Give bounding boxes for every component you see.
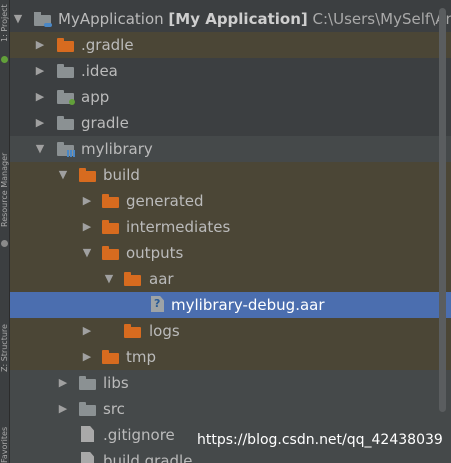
tree-item-label: libs [103, 374, 129, 392]
collapse-arrow-icon[interactable]: ▼ [101, 266, 117, 292]
project-path: C:\Users\MySelf\AndroidStudioProjects\My… [312, 10, 451, 28]
collapse-arrow-icon[interactable]: ▼ [79, 240, 95, 266]
tree-item-label: gradle [81, 114, 129, 132]
expand-arrow-icon[interactable]: ▶ [79, 344, 95, 370]
folder-icon [124, 271, 142, 287]
tree-item-label: build.gradle [103, 452, 193, 463]
gradle-file-icon [79, 452, 97, 463]
tree-row-myapplication[interactable]: ▼ MyApplication [My Application] C:\User… [10, 6, 451, 32]
folder-icon [79, 167, 97, 183]
folder-icon [79, 375, 97, 391]
library-module-folder-icon [57, 141, 75, 157]
tree-row-outputs[interactable]: ▼ outputs [10, 240, 451, 266]
tree-item-label: mylibrary-debug.aar [171, 296, 325, 314]
tree-row-gradle[interactable]: ▶ gradle [10, 110, 451, 136]
folder-icon [102, 219, 120, 235]
tree-row-mylibrary-debug-aar[interactable]: ? mylibrary-debug.aar [10, 292, 451, 318]
tree-item-label: .gitignore [103, 426, 175, 444]
unknown-file-icon: ? [149, 296, 167, 313]
tree-row-aar[interactable]: ▼ aar [10, 266, 451, 292]
project-tree[interactable]: ▼ MyApplication [My Application] C:\User… [10, 6, 451, 463]
tree-row-idea[interactable]: ▶ .idea [10, 58, 451, 84]
tree-item-label: app [81, 88, 110, 106]
folder-icon [102, 193, 120, 209]
tree-item-label: generated [126, 192, 204, 210]
expand-arrow-icon[interactable]: ▶ [32, 110, 48, 136]
tree-item-label: outputs [126, 244, 184, 262]
folder-icon [102, 349, 120, 365]
expand-arrow-icon[interactable]: ▶ [79, 318, 95, 344]
collapse-arrow-icon[interactable]: ▼ [55, 162, 71, 188]
tree-item-label: build [103, 166, 140, 184]
text-file-icon [79, 426, 97, 443]
project-display-name: [My Application] [168, 10, 308, 28]
tree-item-label: aar [149, 270, 174, 288]
folder-icon [124, 323, 142, 339]
expand-arrow-icon[interactable]: ▶ [79, 188, 95, 214]
tab-project[interactable]: 1: Project [0, 2, 10, 42]
collapse-arrow-icon[interactable]: ▼ [32, 136, 48, 162]
folder-icon [79, 401, 97, 417]
expand-arrow-icon[interactable]: ▶ [79, 214, 95, 240]
tree-row-logs[interactable]: ▶ logs [10, 318, 451, 344]
tree-item-label: mylibrary [81, 140, 153, 158]
tree-row-intermediates[interactable]: ▶ intermediates [10, 214, 451, 240]
tree-row-tmp[interactable]: ▶ tmp [10, 344, 451, 370]
expand-arrow-icon[interactable]: ▶ [55, 370, 71, 396]
tab-favorites[interactable]: Favorites [0, 405, 10, 463]
expand-arrow-icon[interactable]: ▶ [32, 58, 48, 84]
tree-row-gradle-dir[interactable]: ▶ .gradle [10, 32, 451, 58]
expand-arrow-icon[interactable]: ▶ [55, 396, 71, 422]
tab-resource-manager[interactable]: Resource Manager [0, 112, 10, 227]
tree-row-libs[interactable]: ▶ libs [10, 370, 451, 396]
tree-row-mylibrary[interactable]: ▼ mylibrary [10, 136, 451, 162]
tree-row-src[interactable]: ▶ src [10, 396, 451, 422]
tree-item-label: tmp [126, 348, 157, 366]
expand-arrow-icon[interactable]: ▶ [32, 32, 48, 58]
expand-arrow-icon[interactable]: ▶ [32, 84, 48, 110]
tab-structure[interactable]: Z: Structure [0, 282, 10, 372]
module-icon [34, 11, 52, 27]
tree-row-app[interactable]: ▶ app [10, 84, 451, 110]
android-module-folder-icon [57, 89, 75, 105]
folder-icon [57, 37, 75, 53]
project-name: MyApplication [58, 10, 164, 28]
left-tool-strip: 1: Project Resource Manager Z: Structure… [0, 0, 10, 463]
tree-item-label: src [103, 400, 125, 418]
tree-item-label: .gradle [81, 36, 134, 54]
vertical-scrollbar[interactable] [439, 8, 446, 412]
folder-icon [57, 63, 75, 79]
tree-item-label: intermediates [126, 218, 231, 236]
structure-icon [1, 240, 8, 247]
android-icon [1, 56, 8, 63]
folder-icon [57, 115, 75, 131]
watermark-text: https://blog.csdn.net/qq_42438039 [197, 432, 443, 448]
collapse-arrow-icon[interactable]: ▼ [10, 6, 26, 32]
folder-icon [102, 245, 120, 261]
tree-item-label: logs [149, 322, 180, 340]
project-tool-window: 1: Project Resource Manager Z: Structure… [0, 0, 451, 463]
tree-row-build-gradle[interactable]: build.gradle [10, 448, 451, 463]
tree-row-build[interactable]: ▼ build [10, 162, 451, 188]
tree-item-label: .idea [81, 62, 118, 80]
tree-row-generated[interactable]: ▶ generated [10, 188, 451, 214]
